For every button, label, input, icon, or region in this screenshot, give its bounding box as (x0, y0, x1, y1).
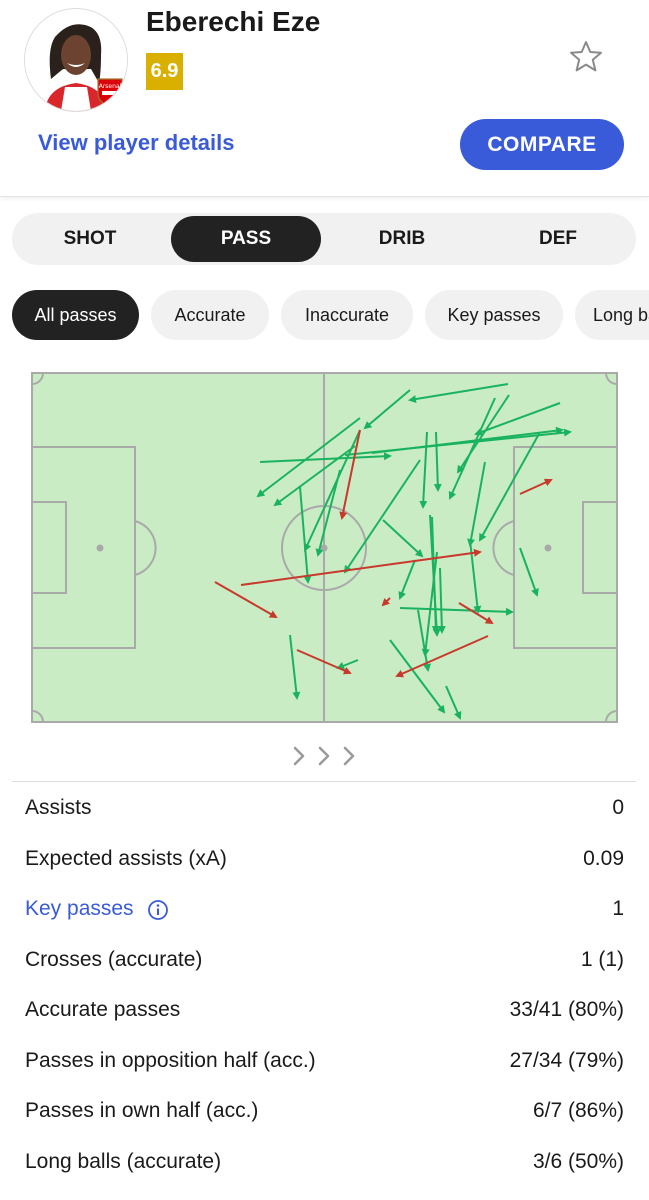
stat-value: 6/7 (86%) (532, 1099, 624, 1123)
stat-row-accurate-passes: Accurate passes 33/41 (80%) (0, 985, 649, 1036)
player-name: Eberechi Eze (146, 6, 321, 37)
filter-long-balls[interactable]: Long balls (575, 290, 649, 340)
stat-value: 0 (612, 796, 624, 820)
filter-accurate[interactable]: Accurate (151, 290, 269, 340)
stat-value: 33/41 (80%) (509, 998, 624, 1022)
stat-value: 1 (612, 897, 624, 921)
stat-label: Passes in opposition half (acc.) (25, 1048, 316, 1072)
stat-type-tabs: SHOT PASS DRIB DEF (12, 213, 636, 265)
stat-label[interactable]: Key passes (25, 897, 134, 920)
key-passes-link[interactable]: Key passes (25, 897, 169, 921)
stat-label: Crosses (accurate) (25, 947, 203, 971)
stats-divider (12, 781, 636, 782)
stat-row-opposition-half: Passes in opposition half (acc.) 27/34 (… (0, 1036, 649, 1087)
club-badge-icon: Arsenal (97, 78, 123, 107)
right-penalty-spot (544, 544, 552, 552)
player-avatar: Arsenal (24, 8, 128, 112)
player-rating-badge: 6.9 (146, 53, 183, 90)
stat-row-long-balls: Long balls (accurate) 3/6 (50%) (0, 1137, 649, 1188)
tab-drib[interactable]: DRIB (327, 216, 477, 262)
pager-chevrons-icon[interactable] (290, 744, 360, 768)
stat-label: Long balls (accurate) (25, 1149, 222, 1173)
view-player-details-link[interactable]: View player details (38, 130, 234, 156)
favorite-star-icon[interactable] (567, 38, 605, 76)
stat-label: Accurate passes (25, 998, 181, 1022)
tab-pass[interactable]: PASS (171, 216, 321, 262)
tab-shot[interactable]: SHOT (15, 216, 165, 262)
stat-label: Expected assists (xA) (25, 846, 227, 870)
info-icon[interactable] (147, 899, 169, 921)
filter-inaccurate[interactable]: Inaccurate (281, 290, 413, 340)
stat-value: 0.09 (583, 846, 624, 870)
stat-value: 1 (1) (580, 947, 624, 971)
filter-key-passes[interactable]: Key passes (425, 290, 563, 340)
stat-row-assists: Assists 0 (0, 783, 649, 834)
compare-button[interactable]: COMPARE (460, 119, 624, 170)
stat-value: 3/6 (50%) (532, 1149, 624, 1173)
stat-row-expected-assists: Expected assists (xA) 0.09 (0, 834, 649, 885)
pass-map-pitch (31, 372, 618, 723)
left-penalty-spot (96, 544, 104, 552)
tab-def[interactable]: DEF (483, 216, 633, 262)
pass-filter-chips: All passes Accurate Inaccurate Key passe… (0, 290, 649, 342)
stat-row-key-passes: Key passes 1 (0, 884, 649, 935)
stat-value: 27/34 (79%) (509, 1048, 624, 1072)
stat-label: Assists (25, 796, 92, 820)
stat-row-crosses: Crosses (accurate) 1 (1) (0, 935, 649, 986)
stat-row-own-half: Passes in own half (acc.) 6/7 (86%) (0, 1086, 649, 1137)
player-header: Arsenal Eberechi Eze 6.9 View player det… (0, 0, 649, 197)
pass-stats-list: Assists 0 Expected assists (xA) 0.09 Key… (0, 783, 649, 1187)
stat-label: Passes in own half (acc.) (25, 1099, 259, 1123)
filter-all-passes[interactable]: All passes (12, 290, 139, 340)
club-badge-text: Arsenal (99, 83, 122, 90)
center-spot (320, 544, 328, 552)
